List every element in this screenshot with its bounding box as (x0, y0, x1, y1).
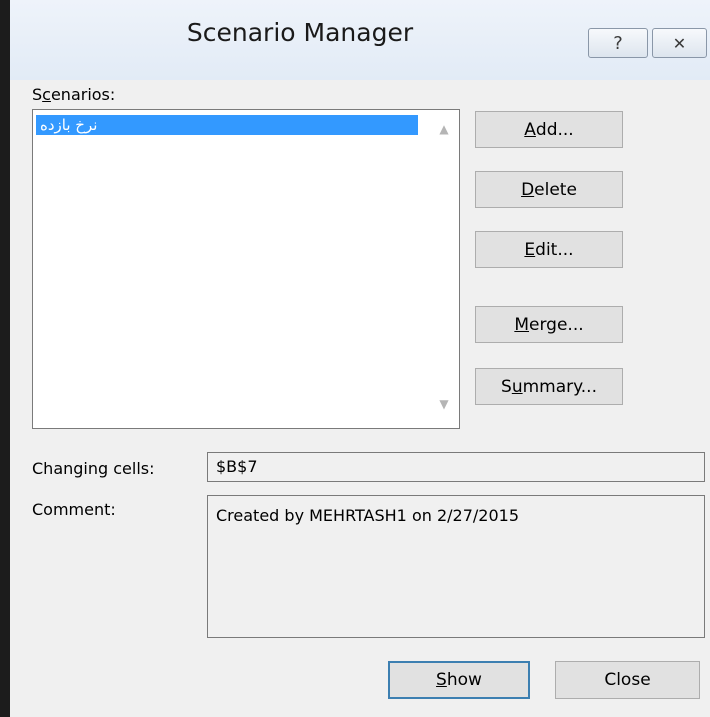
close-icon: ✕ (672, 33, 687, 53)
summary-button[interactable]: Su mmary... (475, 368, 623, 405)
close-button[interactable]: Close (555, 661, 700, 699)
help-icon: ? (613, 32, 623, 54)
scenarios-label: Scenarios: (32, 85, 116, 104)
changing-cells-label: Changing cells: (32, 459, 155, 478)
scroll-down-icon[interactable]: ▼ (435, 395, 453, 413)
changing-cells-field: $B$7 (207, 452, 705, 482)
window-close-button[interactable]: ✕ (652, 28, 707, 58)
help-button[interactable]: ? (588, 28, 648, 58)
add-button[interactable]: Add... (475, 111, 623, 148)
scroll-up-icon[interactable]: ▲ (435, 120, 453, 138)
delete-button[interactable]: Delete (475, 171, 623, 208)
window-title: Scenario Manager (186, 18, 414, 47)
comment-field: Created by MEHRTASH1 on 2/27/2015 (207, 495, 705, 638)
list-item[interactable]: نرخ بازده (36, 115, 418, 135)
title-bar[interactable]: Scenario Manager ? ✕ (10, 0, 710, 80)
comment-label: Comment: (32, 500, 116, 519)
edit-button[interactable]: Edit... (475, 231, 623, 268)
scenario-manager-dialog: Scenario Manager ? ✕ Scenarios: نرخ بازد… (0, 0, 710, 717)
show-button[interactable]: Show (388, 661, 530, 699)
scenarios-listbox[interactable]: نرخ بازده ▲ ▼ (32, 109, 460, 429)
merge-button[interactable]: Merge... (475, 306, 623, 343)
